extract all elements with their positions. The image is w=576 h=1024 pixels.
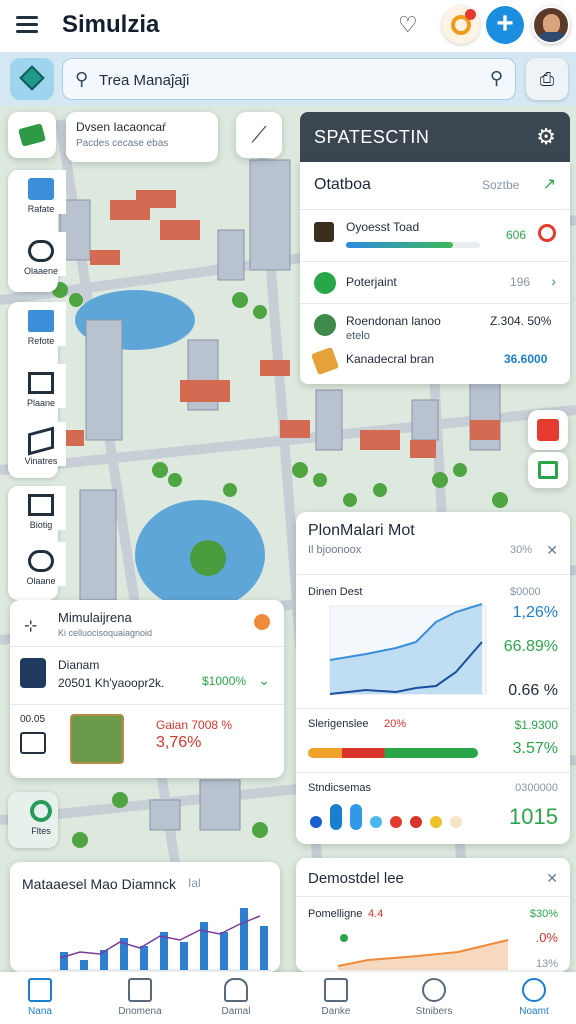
search-icon: ⚲ bbox=[75, 69, 89, 89]
scenario-subtitle: Pacdes cecase ebas bbox=[76, 138, 169, 149]
metrics-title: PlonMalari Mot bbox=[308, 522, 415, 539]
emergency-button[interactable] bbox=[528, 410, 568, 450]
rail-item-plaane[interactable]: Plaane bbox=[16, 364, 66, 408]
demostdel-card: Demostdel lee ✕ Pomelligne 4.4 $30% .0% … bbox=[296, 858, 570, 972]
heart-icon[interactable]: ♡ bbox=[398, 12, 418, 38]
bell-icon bbox=[224, 978, 248, 1002]
nav-stnibers[interactable]: Stnibers bbox=[394, 976, 474, 1017]
alert-icon bbox=[537, 419, 559, 441]
chevron-right-icon: › bbox=[551, 273, 556, 289]
shield-icon bbox=[20, 658, 46, 688]
panel-header: SPATESCTIN ⚙ bbox=[300, 112, 570, 162]
bar-line-chart[interactable] bbox=[20, 902, 270, 972]
money-icon bbox=[18, 123, 46, 147]
row-oyoesst-toad[interactable]: Oyoesst Toad 606 bbox=[300, 210, 570, 262]
rail-item-vinatres[interactable]: Vinatres bbox=[16, 422, 66, 466]
flower-icon bbox=[28, 240, 54, 262]
alert-ring-icon bbox=[538, 224, 556, 242]
cluster-icon bbox=[28, 550, 54, 572]
user-icon bbox=[522, 978, 546, 1002]
panel-section-header[interactable]: Otatboa Soztbe ↗ bbox=[300, 162, 570, 210]
target-icon bbox=[30, 800, 52, 822]
dot-legend bbox=[310, 804, 490, 830]
progress-fill bbox=[346, 242, 454, 248]
nav-home[interactable]: Nana bbox=[0, 976, 80, 1017]
box-icon bbox=[28, 372, 54, 394]
scenario-card[interactable]: Dvsen Iacaoncaŕ Pacdes cecase ebas bbox=[66, 112, 218, 162]
nav-danke[interactable]: Danke bbox=[296, 976, 376, 1017]
rail-item-rafate[interactable]: Rafate bbox=[16, 170, 66, 214]
menu-icon[interactable] bbox=[16, 14, 40, 36]
section-title: Otatboa bbox=[314, 176, 371, 193]
notification-dot bbox=[465, 9, 476, 20]
rail-group-3: Biotig Olaane bbox=[8, 486, 66, 600]
nav-noamt[interactable]: Noamt bbox=[494, 976, 574, 1017]
add-button[interactable]: + bbox=[486, 6, 524, 44]
diamond-icon bbox=[19, 65, 45, 91]
document-icon bbox=[28, 310, 54, 332]
panel-title: SPATESCTIN bbox=[314, 127, 430, 147]
stack-icon bbox=[28, 494, 54, 516]
collapse-button[interactable]: ⟋ bbox=[236, 112, 282, 158]
store-icon bbox=[538, 461, 558, 479]
progress-track bbox=[346, 242, 480, 248]
metrics-card: PlonMalari Mot Il bjoonoox 30% ✕ Dinen D… bbox=[296, 512, 570, 844]
expand-icon[interactable]: ↗ bbox=[543, 174, 556, 194]
simulation-card: Mimulaijrena Ki celluocisoquaiagnoid ⊹ D… bbox=[10, 600, 284, 778]
clock-icon bbox=[422, 978, 446, 1002]
hand-icon bbox=[310, 346, 340, 376]
nav-dnomena[interactable]: Dnomena bbox=[100, 976, 180, 1017]
tool-icon bbox=[314, 222, 334, 242]
edit-icon bbox=[128, 978, 152, 1002]
clipboard-icon bbox=[324, 978, 348, 1002]
row-poterjaint[interactable]: Poterjaint 196 › bbox=[300, 262, 570, 304]
alert-button[interactable] bbox=[442, 6, 480, 44]
area-chart[interactable] bbox=[308, 926, 518, 970]
search-box: ⚲ ⚲ bbox=[62, 58, 516, 100]
rail-item-fltes[interactable]: Fltes bbox=[8, 792, 58, 848]
rail-item-olaaene[interactable]: Olaaene bbox=[16, 232, 66, 276]
layers-button[interactable] bbox=[10, 58, 54, 100]
magnifier-icon[interactable]: ⚲ bbox=[490, 68, 503, 89]
app-title: Simulzia bbox=[62, 11, 160, 38]
status-dot bbox=[254, 614, 270, 630]
line-chart[interactable] bbox=[306, 602, 492, 708]
leaf-icon bbox=[314, 272, 336, 294]
section-value: Soztbe bbox=[482, 178, 520, 192]
search-bar-row: ⚲ ⚲ ⎙ bbox=[0, 52, 576, 106]
nav-damal[interactable]: Damal bbox=[196, 976, 276, 1017]
bottom-navigation: Nana Dnomena Damal Danke Stnibers Noamt bbox=[0, 972, 576, 1024]
row-roendonan[interactable]: Roendonan lanoo etelo Z.304. 50% Kanadec… bbox=[300, 304, 570, 384]
avatar[interactable] bbox=[532, 6, 570, 44]
rail-group-2: Refote Plaane Vinatres bbox=[8, 302, 66, 478]
cart-icon bbox=[20, 732, 46, 754]
chevron-down-icon[interactable]: ⌄ bbox=[258, 672, 270, 689]
money-button[interactable] bbox=[8, 112, 56, 158]
status-panel: Otatboa Soztbe ↗ Oyoesst Toad 606 Poterj… bbox=[300, 162, 570, 384]
search-input[interactable] bbox=[99, 67, 479, 93]
map-diagnostics-card: Mataaesel Mao Diamnck Ial bbox=[10, 862, 280, 972]
close-icon[interactable]: ✕ bbox=[546, 542, 558, 559]
rail-item-biotig[interactable]: Biotig bbox=[16, 486, 66, 530]
terrain-thumbnail[interactable] bbox=[70, 714, 124, 764]
scenario-title: Dvsen Iacaoncaŕ bbox=[76, 120, 167, 134]
layers-icon bbox=[28, 426, 54, 456]
globe-icon bbox=[314, 314, 336, 336]
store-button[interactable] bbox=[528, 452, 568, 488]
close-icon[interactable]: ✕ bbox=[546, 870, 558, 887]
rail-group-1: Rafate Olaaene bbox=[8, 170, 66, 292]
tray-icon: ⎙ bbox=[539, 68, 555, 89]
rail-item-olaane[interactable]: Olaane bbox=[16, 542, 66, 586]
top-app-bar: Simulzia ♡ + bbox=[0, 0, 576, 52]
rail-item-refote[interactable]: Refote bbox=[16, 302, 66, 346]
inbox-button[interactable]: ⎙ bbox=[526, 58, 568, 100]
expand-icon[interactable]: ⊹ bbox=[24, 616, 37, 636]
gear-icon[interactable]: ⚙ bbox=[536, 124, 556, 150]
home-icon bbox=[28, 978, 52, 1002]
building-icon bbox=[28, 178, 54, 200]
segment-bar bbox=[308, 748, 478, 758]
slash-icon: ⟋ bbox=[251, 122, 267, 147]
